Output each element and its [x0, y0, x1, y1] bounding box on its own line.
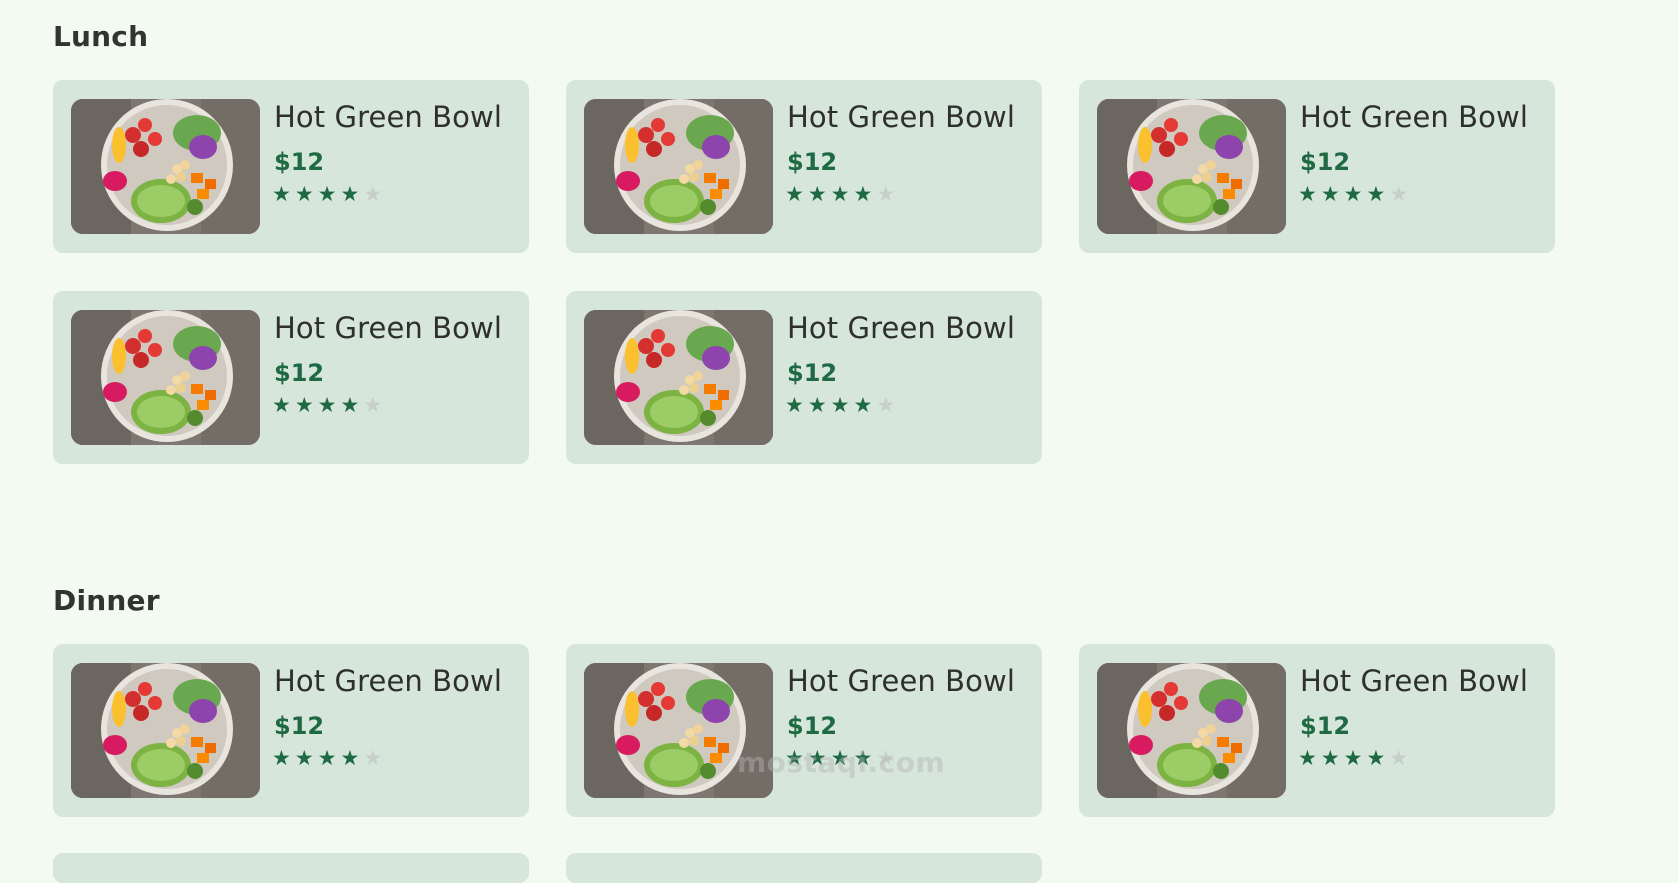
- salad-bowl-image: [71, 310, 260, 445]
- menu-card[interactable]: Hot Green Bowl $12 ★ ★ ★ ★ ★: [566, 80, 1042, 253]
- menu-item-name: Hot Green Bowl: [787, 664, 1015, 698]
- menu-card[interactable]: Hot Green Bowl $12 ★ ★ ★ ★ ★: [1079, 80, 1555, 253]
- dinner-section: Dinner Hot Green Bowl $12 ★ ★ ★ ★ ★ Hot Green …: [53, 584, 1555, 817]
- rating-stars: ★ ★ ★ ★ ★: [272, 184, 382, 205]
- rating-stars: ★ ★ ★ ★ ★: [272, 395, 382, 416]
- star-icon: ★: [807, 393, 827, 417]
- star-icon: ★: [1366, 746, 1386, 770]
- salad-bowl-image: [71, 663, 260, 798]
- star-icon: ★: [1298, 746, 1317, 770]
- star-icon: ★: [785, 393, 804, 417]
- star-icon: ★: [785, 182, 804, 206]
- menu-item-price: $12: [1300, 148, 1351, 176]
- salad-bowl-image: [71, 99, 260, 234]
- menu-card[interactable]: Hot Green Bowl $12 ★ ★ ★ ★ ★: [53, 644, 529, 817]
- star-icon: ★: [317, 182, 337, 206]
- star-icon: ★: [1389, 182, 1409, 206]
- star-icon: ★: [363, 182, 383, 206]
- star-icon: ★: [1366, 182, 1386, 206]
- star-icon: ★: [785, 746, 804, 770]
- rating-stars: ★ ★ ★ ★ ★: [1298, 184, 1408, 205]
- menu-item-price: $12: [274, 712, 325, 740]
- star-icon: ★: [294, 393, 314, 417]
- star-icon: ★: [1343, 746, 1363, 770]
- menu-card-partial[interactable]: [53, 853, 529, 883]
- dinner-menu-grid: Hot Green Bowl $12 ★ ★ ★ ★ ★ Hot Green Bowl $12…: [53, 644, 1555, 817]
- menu-item-name: Hot Green Bowl: [274, 100, 502, 134]
- star-icon: ★: [1343, 182, 1363, 206]
- menu-item-price: $12: [1300, 712, 1351, 740]
- star-icon: ★: [1320, 746, 1340, 770]
- star-icon: ★: [363, 393, 383, 417]
- rating-stars: ★ ★ ★ ★ ★: [785, 184, 895, 205]
- star-icon: ★: [272, 182, 291, 206]
- section-title-lunch: Lunch: [53, 20, 149, 53]
- rating-stars: ★ ★ ★ ★ ★: [785, 748, 895, 769]
- rating-stars: ★ ★ ★ ★ ★: [1298, 748, 1408, 769]
- star-icon: ★: [1389, 746, 1409, 770]
- star-icon: ★: [853, 393, 873, 417]
- star-icon: ★: [807, 746, 827, 770]
- star-icon: ★: [317, 393, 337, 417]
- star-icon: ★: [1320, 182, 1340, 206]
- menu-item-name: Hot Green Bowl: [787, 100, 1015, 134]
- star-icon: ★: [294, 746, 314, 770]
- menu-item-price: $12: [787, 148, 838, 176]
- salad-bowl-image: [584, 99, 773, 234]
- star-icon: ★: [807, 182, 827, 206]
- menu-item-price: $12: [274, 359, 325, 387]
- menu-card-partial[interactable]: [566, 853, 1042, 883]
- star-icon: ★: [317, 746, 337, 770]
- rating-stars: ★ ★ ★ ★ ★: [785, 395, 895, 416]
- salad-bowl-image: [584, 663, 773, 798]
- menu-item-name: Hot Green Bowl: [1300, 664, 1528, 698]
- menu-item-price: $12: [787, 712, 838, 740]
- menu-item-name: Hot Green Bowl: [274, 664, 502, 698]
- star-icon: ★: [272, 746, 291, 770]
- section-title-dinner: Dinner: [53, 584, 160, 617]
- menu-item-price: $12: [787, 359, 838, 387]
- star-icon: ★: [853, 182, 873, 206]
- star-icon: ★: [853, 746, 873, 770]
- menu-item-name: Hot Green Bowl: [274, 311, 502, 345]
- salad-bowl-image: [1097, 663, 1286, 798]
- salad-bowl-image: [1097, 99, 1286, 234]
- star-icon: ★: [363, 746, 383, 770]
- star-icon: ★: [340, 393, 360, 417]
- menu-item-name: Hot Green Bowl: [787, 311, 1015, 345]
- menu-item-name: Hot Green Bowl: [1300, 100, 1528, 134]
- menu-card[interactable]: Hot Green Bowl $12 ★ ★ ★ ★ ★: [566, 644, 1042, 817]
- star-icon: ★: [830, 746, 850, 770]
- star-icon: ★: [1298, 182, 1317, 206]
- star-icon: ★: [830, 182, 850, 206]
- star-icon: ★: [876, 393, 896, 417]
- star-icon: ★: [272, 393, 291, 417]
- menu-card[interactable]: Hot Green Bowl $12 ★ ★ ★ ★ ★: [566, 291, 1042, 464]
- menu-item-price: $12: [274, 148, 325, 176]
- menu-card[interactable]: Hot Green Bowl $12 ★ ★ ★ ★ ★: [53, 291, 529, 464]
- menu-card[interactable]: Hot Green Bowl $12 ★ ★ ★ ★ ★: [1079, 644, 1555, 817]
- lunch-section: Lunch Hot Green Bowl $12 ★ ★ ★ ★ ★ Hot Green B…: [53, 20, 1555, 464]
- star-icon: ★: [830, 393, 850, 417]
- salad-bowl-image: [584, 310, 773, 445]
- star-icon: ★: [340, 746, 360, 770]
- star-icon: ★: [876, 746, 896, 770]
- rating-stars: ★ ★ ★ ★ ★: [272, 748, 382, 769]
- star-icon: ★: [876, 182, 896, 206]
- star-icon: ★: [340, 182, 360, 206]
- lunch-menu-grid: Hot Green Bowl $12 ★ ★ ★ ★ ★ Hot Green Bowl $12…: [53, 80, 1555, 464]
- menu-card[interactable]: Hot Green Bowl $12 ★ ★ ★ ★ ★: [53, 80, 529, 253]
- star-icon: ★: [294, 182, 314, 206]
